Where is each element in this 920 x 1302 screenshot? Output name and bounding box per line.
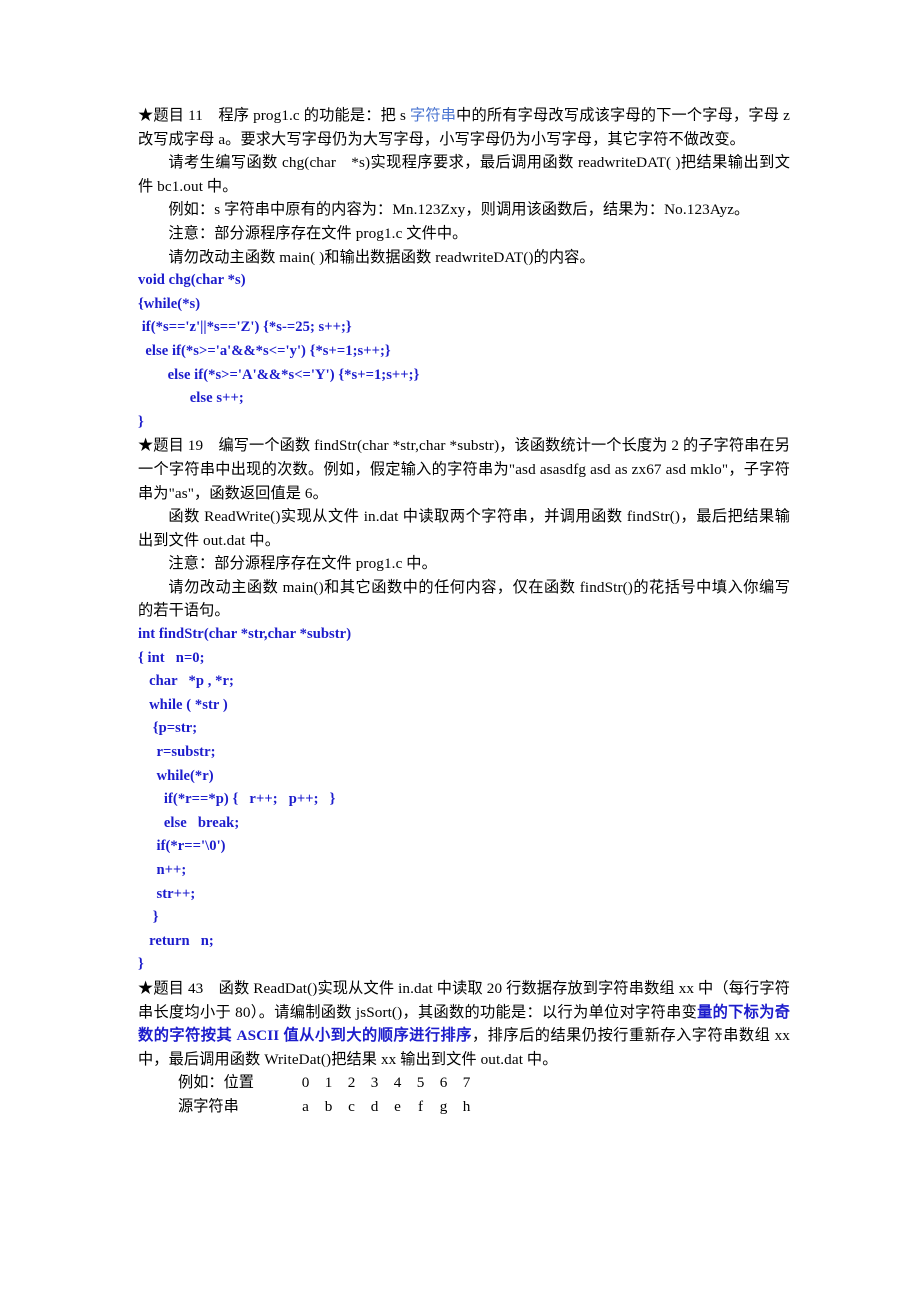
example-cell: 3 (370, 1074, 379, 1092)
code-block-chg: void chg(char *s) {while(*s) if(*s=='z'||… (138, 269, 790, 434)
example-cell: f (417, 1097, 424, 1115)
text-run: ★题目 19 编写一个函数 findStr(char *str,char *su… (138, 437, 790, 502)
example-cell: h (462, 1097, 471, 1115)
code-line: {p=str; (138, 720, 198, 737)
example-cell: g (439, 1097, 448, 1115)
text-run: 注意：部分源程序存在文件 prog1.c 文件中。 (168, 224, 468, 242)
code-line: void chg(char *s) (138, 272, 246, 289)
code-line: while(*r) (138, 767, 214, 784)
section-problem-19: ★题目 19 编写一个函数 findStr(char *str,char *su… (138, 434, 790, 977)
example-cell: 5 (416, 1074, 425, 1092)
code-line: } (138, 909, 159, 926)
code-line: int findStr(char *str,char *substr) (138, 626, 352, 643)
paragraph-p19-1: ★题目 19 编写一个函数 findStr(char *str,char *su… (138, 434, 790, 505)
example-row: 源字符串 a b c d e f g h (178, 1095, 790, 1119)
example-cell: d (370, 1097, 379, 1115)
code-block-findstr: int findStr(char *str,char *substr) { int… (138, 623, 790, 977)
code-line: char *p , *r; (138, 673, 234, 690)
code-line: else break; (138, 814, 240, 831)
code-line: n++; (138, 862, 187, 878)
example-cell: a (302, 1097, 309, 1115)
code-line: r=substr; (138, 744, 216, 761)
text-run: 请勿改动主函数 main( )和输出数据函数 readwriteDAT()的内容… (168, 248, 595, 266)
code-line: else if(*s>='A'&&*s<='Y') {*s+=1;s++;} (138, 366, 420, 383)
code-line: if(*s=='z'||*s=='Z') {*s-=25; s++;} (138, 319, 352, 336)
paragraph-p11-2: 请考生编写函数 chg(char *s)实现程序要求，最后调用函数 readwr… (138, 151, 790, 198)
paragraph-p43-1: ★题目 43 函数 ReadDat()实现从文件 in.dat 中读取 20 行… (138, 977, 790, 1071)
example-row-label: 源字符串 (178, 1097, 239, 1115)
example-cell: 0 (301, 1074, 310, 1092)
code-line: return n; (138, 932, 214, 949)
text-run: 注意：部分源程序存在文件 prog1.c 中。 (168, 555, 437, 573)
example-row: 例如：位置 0 1 2 3 4 5 6 7 (178, 1071, 790, 1095)
example-row-cells: 01234567 (294, 1074, 478, 1091)
paragraph-p11-1: ★题目 11 程序 prog1.c 的功能是：把 s 字符串中的所有字母改写成该… (138, 104, 790, 151)
code-line: {while(*s) (138, 295, 201, 312)
example-row-cells: abcdefgh (294, 1098, 478, 1115)
text-run: 字符串 (410, 107, 457, 124)
code-line: else s++; (138, 390, 244, 407)
paragraph-p19-2: 函数 ReadWrite()实现从文件 in.dat 中读取两个字符串，并调用函… (138, 505, 790, 552)
code-line: while ( *str ) (138, 696, 228, 713)
text-run: 请勿改动主函数 main()和其它函数中的任何内容，仅在函数 findStr()… (138, 578, 790, 620)
paragraph-p19-4: 请勿改动主函数 main()和其它函数中的任何内容，仅在函数 findStr()… (138, 576, 790, 623)
example-cell: 4 (393, 1074, 402, 1092)
example-cell: 6 (439, 1074, 448, 1092)
text-run: 请考生编写函数 chg(char *s)实现程序要求，最后调用函数 readwr… (138, 154, 790, 195)
text-run: ★题目 43 函数 ReadDat()实现从文件 in.dat 中读取 20 行… (138, 979, 790, 1021)
text-run: ★题目 11 程序 prog1.c 的功能是：把 s (138, 107, 411, 124)
section-problem-11: ★题目 11 程序 prog1.c 的功能是：把 s 字符串中的所有字母改写成该… (138, 104, 790, 434)
code-line: str++; (138, 885, 196, 902)
section-problem-43: ★题目 43 函数 ReadDat()实现从文件 in.dat 中读取 20 行… (138, 977, 790, 1119)
document-body: ★题目 11 程序 prog1.c 的功能是：把 s 字符串中的所有字母改写成该… (138, 104, 790, 1119)
paragraph-p11-4: 注意：部分源程序存在文件 prog1.c 文件中。 (138, 222, 790, 246)
paragraph-p11-5: 请勿改动主函数 main( )和输出数据函数 readwriteDAT()的内容… (138, 246, 790, 270)
code-line: if(*r=='\0') (138, 838, 226, 855)
example-cell: e (394, 1097, 401, 1115)
code-line: { int n=0; (138, 649, 205, 666)
example-cell: 1 (324, 1074, 333, 1092)
text-run: 函数 ReadWrite()实现从文件 in.dat 中读取两个字符串，并调用函… (138, 508, 790, 549)
paragraph-p19-3: 注意：部分源程序存在文件 prog1.c 中。 (138, 552, 790, 576)
example-block-43: 例如：位置 0 1 2 3 4 5 6 7 源字符串 a b c d e f g h (138, 1071, 790, 1118)
example-cell: b (324, 1097, 333, 1115)
paragraph-p11-3: 例如：s 字符串中原有的内容为：Mn.123Zxy，则调用该函数后，结果为：No… (138, 198, 790, 222)
example-row-label: 例如：位置 (178, 1074, 254, 1092)
document-page: ★题目 11 程序 prog1.c 的功能是：把 s 字符串中的所有字母改写成该… (0, 0, 920, 1302)
example-cell: 7 (462, 1074, 471, 1092)
code-line: } (138, 413, 144, 430)
text-run: 例如：s 字符串中原有的内容为：Mn.123Zxy，则调用该函数后，结果为：No… (168, 201, 750, 219)
example-cell: 2 (347, 1074, 356, 1092)
code-line: } (138, 956, 144, 973)
code-line: else if(*s>='a'&&*s<='y') {*s+=1;s++;} (138, 342, 391, 359)
example-cell: c (348, 1097, 355, 1115)
code-line: if(*r==*p) { r++; p++; } (138, 791, 336, 808)
